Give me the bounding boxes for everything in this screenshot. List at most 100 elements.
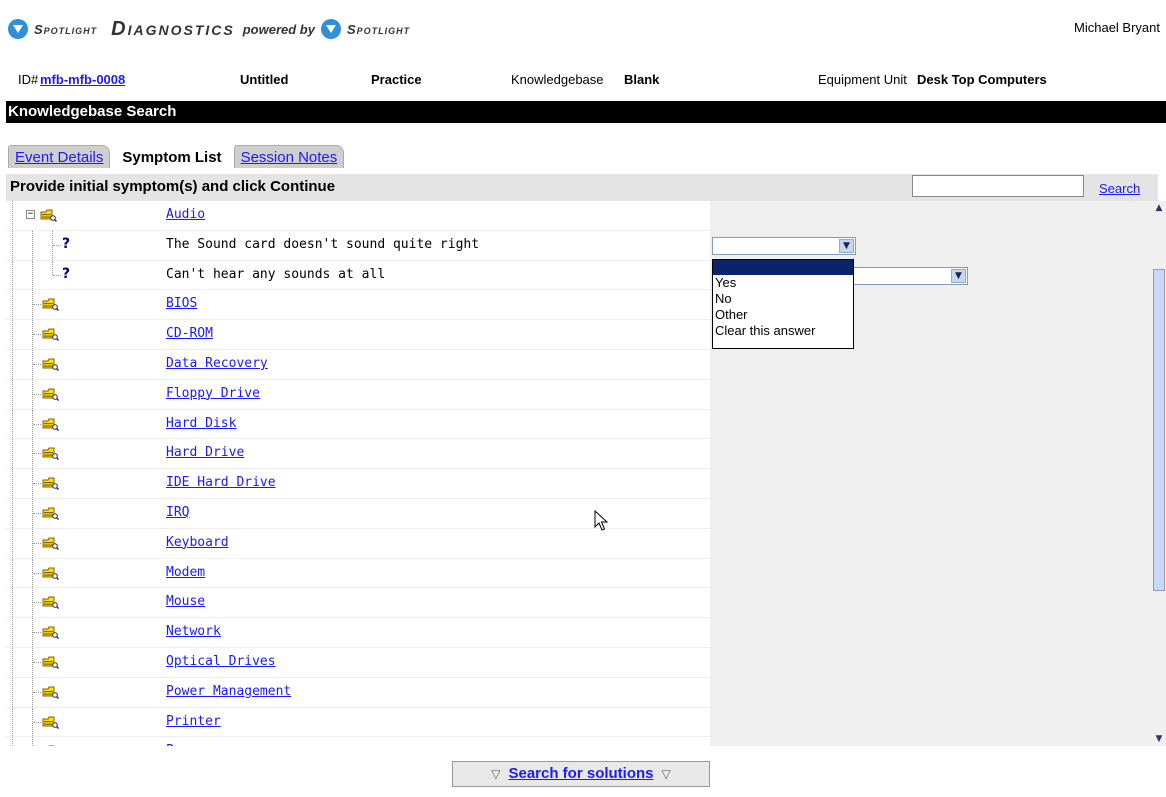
tab-bar: Event Details Symptom List Session Notes [8,144,349,168]
tree-item-category[interactable]: Power Management [166,684,291,699]
tree-item-category[interactable]: Hard Disk [166,416,236,431]
answer-dropdown-list[interactable]: Yes No Other Clear this answer [712,259,854,349]
brand-diagnostics: Diagnostics [111,17,235,40]
dropdown-option-clear[interactable]: Clear this answer [713,323,853,339]
tree-item-category[interactable]: Data Recovery [166,356,268,371]
symptom-row: ? The Sound card doesn't sound quite rig… [6,230,1152,261]
folder-search-icon [42,744,59,746]
app-header: Spotlight Diagnostics powered by Spotlig… [0,0,1166,44]
id-label: ID# [18,72,39,87]
tree-item-category[interactable]: CD-ROM [166,326,213,341]
folder-search-icon [42,297,60,312]
tab-session-notes-label[interactable]: Session Notes [241,149,338,166]
tree-item-category[interactable]: Processor [166,743,236,746]
tree-item-audio[interactable]: Audio [166,207,205,222]
collapse-icon[interactable]: − [26,210,35,219]
session-info: ID# mfb-mfb-0008 Untitled Practice Knowl… [0,72,1166,92]
dropdown-option-yes[interactable]: Yes [713,275,853,291]
tree-item-category[interactable]: IDE Hard Drive [166,475,276,490]
tab-event-details[interactable]: Event Details [8,145,111,168]
folder-search-icon [42,536,60,550]
spotlight-logo-icon [8,19,28,39]
list-scrollbar[interactable]: ▲ ▼ [1152,201,1166,746]
search-button[interactable]: Search [1099,181,1140,196]
session-id-link[interactable]: mfb-mfb-0008 [40,72,125,87]
tree-item-category[interactable]: Floppy Drive [166,386,260,401]
instruction-bar: Provide initial symptom(s) and click Con… [6,174,1158,201]
session-mode: Practice [371,72,422,87]
symptom-label: The Sound card doesn't sound quite right [166,236,480,252]
tree-item-category[interactable]: Printer [166,714,221,729]
folder-search-icon [42,327,60,342]
tree-row-category: Power Management [6,677,1152,708]
tree-row-category: Modem [6,558,1152,589]
tree-row-audio: − Audio [6,201,1152,231]
logo: Spotlight Diagnostics powered by Spotlig… [8,17,410,41]
folder-search-icon [42,417,60,431]
brand-spotlight-2: Spotlight [346,21,411,37]
tree-item-category[interactable]: Modem [166,565,205,580]
dropdown-option[interactable] [713,260,853,275]
tree-row-category: Floppy Drive [6,379,1152,410]
folder-search-icon [42,595,60,610]
instruction-text: Provide initial symptom(s) and click Con… [10,178,336,195]
tree-row-category: CD-ROM [6,320,1152,350]
tree-row-category: Hard Disk [6,409,1152,440]
folder-search-icon [42,625,60,640]
scroll-up-icon[interactable]: ▲ [1152,201,1166,215]
kb-label: Knowledgebase [511,72,604,87]
user-name: Michael Bryant [1074,20,1160,35]
symptom-row: ? Can't hear any sounds at all ▼ [6,260,1152,291]
folder-search-icon [42,446,60,461]
folder-search-icon [42,506,60,520]
folder-search-icon [42,715,60,729]
tree-item-category[interactable]: Mouse [166,594,205,609]
tree-row-category: Network [6,618,1152,648]
search-input[interactable] [912,175,1084,197]
brand-spotlight: Spotlight [34,21,98,37]
folder-search-icon [42,685,60,699]
tree-row-category: Data Recovery [6,349,1152,380]
chevron-down-icon[interactable]: ▼ [951,268,966,283]
folder-search-icon [42,387,60,401]
tree-item-category[interactable]: Optical Drives [166,654,276,669]
symptom-tree: − Audio ? The Sound card doesn't sound q… [6,201,1152,746]
tree-row-category: Optical Drives [6,647,1152,678]
tree-row-category: Hard Drive [6,439,1152,470]
tree-item-category[interactable]: BIOS [166,296,197,311]
folder-search-icon [40,208,58,223]
question-icon: ? [62,235,71,252]
dropdown-option-other[interactable]: Other [713,307,853,323]
tree-row-category: Mouse [6,588,1152,619]
tree-row-category: BIOS [6,290,1152,321]
tree-item-category[interactable]: Hard Drive [166,445,244,460]
tree-item-category[interactable]: Network [166,624,221,639]
tab-symptom-list-label: Symptom List [122,149,222,166]
tree-row-category: IDE Hard Drive [6,469,1152,499]
scroll-thumb[interactable] [1153,269,1165,591]
tab-event-details-label[interactable]: Event Details [15,149,103,166]
scroll-down-icon[interactable]: ▼ [1152,732,1166,746]
search-solutions-button[interactable]: Search for solutions [508,765,653,782]
folder-search-icon [42,566,60,580]
tree-item-category[interactable]: IRQ [166,505,189,520]
symptom-answer-select[interactable]: ▼ [712,236,856,255]
triangle-down-icon: ▽ [491,767,501,781]
folder-search-icon [42,476,60,491]
mouse-cursor-icon [594,510,608,531]
tree-row-category: Printer [6,707,1152,738]
tree-row-category: Processor [6,737,1152,746]
tab-symptom-list[interactable]: Symptom List [115,145,229,168]
dropdown-option-no[interactable]: No [713,291,853,307]
tree-row-category: IRQ [6,498,1152,529]
symptom-label: Can't hear any sounds at all [166,266,386,282]
tree-item-category[interactable]: Keyboard [166,535,229,550]
tab-session-notes[interactable]: Session Notes [233,145,345,168]
tree-row-category: Keyboard [6,528,1152,559]
session-title: Untitled [240,72,289,87]
folder-search-icon [42,655,60,669]
equipment-unit-value: Desk Top Computers [917,72,1047,87]
equipment-unit-label: Equipment Unit [818,72,907,87]
chevron-down-icon[interactable]: ▼ [839,238,854,253]
section-title-bar: Knowledgebase Search [6,101,1166,123]
